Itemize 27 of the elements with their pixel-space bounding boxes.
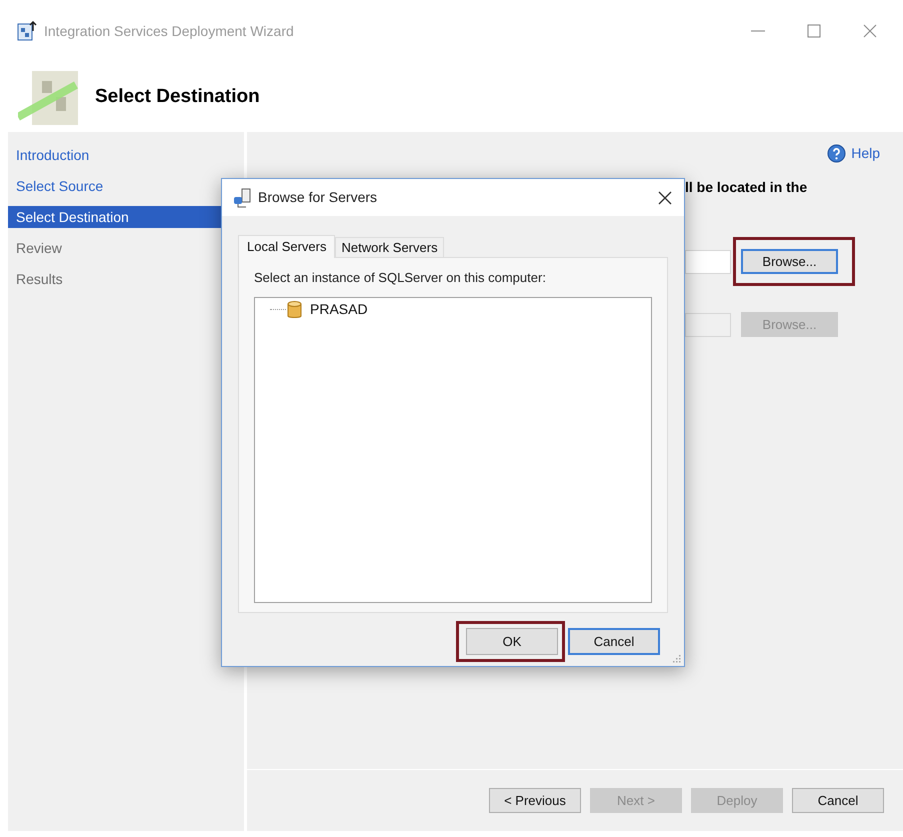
close-icon[interactable] (658, 190, 672, 204)
app-icon (17, 21, 37, 41)
window-title: Integration Services Deployment Wizard (44, 22, 294, 41)
maximize-icon[interactable] (806, 23, 822, 39)
sidebar-item[interactable]: Introduction (8, 144, 244, 166)
page-title: Select Destination (95, 84, 260, 109)
wizard-button[interactable]: < Previous (489, 788, 581, 813)
dialog-title: Browse for Servers (258, 188, 378, 207)
help-icon (827, 144, 846, 163)
browse-button[interactable]: Browse... (741, 249, 838, 274)
dialog-button[interactable]: OK (466, 628, 558, 655)
browse-button: Browse... (741, 312, 838, 337)
input-field[interactable] (685, 250, 731, 274)
wizard-button[interactable]: Cancel (792, 788, 884, 813)
wizard-button: Next > (590, 788, 682, 813)
database-icon (287, 300, 302, 320)
dialog-button[interactable]: Cancel (568, 628, 660, 655)
wizard-button: Deploy (691, 788, 783, 813)
resize-grip-icon[interactable] (673, 655, 681, 663)
servers-icon (232, 188, 252, 208)
description-text: ll be located in the (685, 179, 808, 195)
instruction-text: Select an instance of SQLServer on this computer: (254, 269, 547, 287)
help-link[interactable]: Help (827, 143, 880, 164)
tab[interactable]: Local Servers (238, 235, 336, 258)
tab[interactable]: Network Servers (335, 237, 444, 257)
server-list[interactable]: PRASAD (254, 296, 652, 602)
server-item[interactable]: PRASAD (310, 299, 368, 320)
